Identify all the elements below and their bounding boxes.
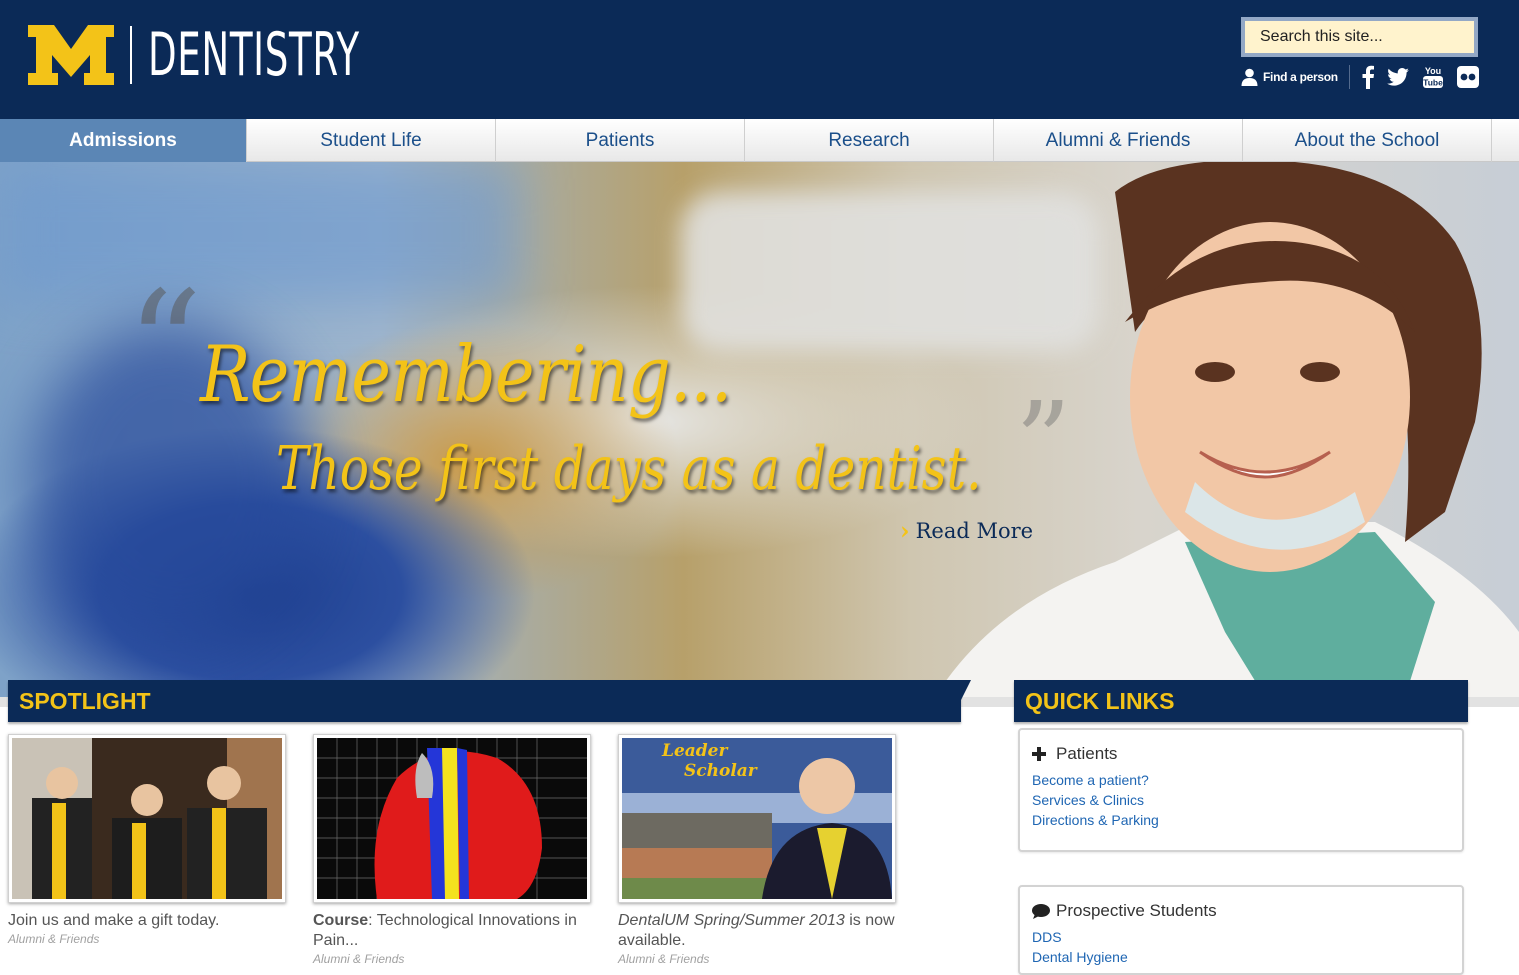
hero-title: Remembering... (200, 330, 732, 420)
search-box[interactable] (1241, 17, 1478, 57)
spotlight-card[interactable]: Course: Technological Innovations in Pai… (313, 734, 591, 966)
quick-link-dds[interactable]: DDS (1032, 927, 1450, 947)
thumb-label-scholar: Scholar (684, 761, 758, 781)
thumb-label-leader: Leader (661, 741, 728, 761)
head-scan-image (317, 738, 587, 899)
spotlight-thumbnail[interactable]: Leader Scholar (618, 734, 896, 903)
plus-icon (1032, 747, 1054, 761)
spotlight-heading: SPOTLIGHT (8, 680, 971, 722)
spotlight-card-publication: DentalUM Spring/Summer 2013 (618, 912, 845, 929)
quick-links-group-title[interactable]: Prospective Students (1032, 901, 1450, 921)
spotlight-thumbnail[interactable] (8, 734, 286, 903)
spotlight-card-category: Alumni & Friends (618, 952, 710, 966)
social-links: You Tube (1362, 65, 1479, 89)
spotlight-card[interactable]: Join us and make a gift today. Alumni & … (8, 734, 286, 946)
read-more-link[interactable]: › Read More (900, 516, 1033, 545)
spotlight-card-category: Alumni & Friends (8, 932, 100, 946)
nav-about-school[interactable]: About the School (1243, 119, 1492, 162)
person-icon (1241, 68, 1258, 86)
youtube-icon[interactable]: You Tube (1422, 65, 1444, 89)
search-input[interactable] (1245, 21, 1474, 53)
site-logo[interactable]: DENTISTRY (28, 24, 490, 86)
facebook-icon[interactable] (1362, 65, 1374, 89)
close-quote-icon: ” (1015, 378, 1072, 506)
spotlight-thumbnail[interactable] (313, 734, 591, 903)
youtube-label-you: You (1425, 66, 1441, 76)
read-more-label: Read More (915, 518, 1034, 543)
nav-admissions[interactable]: Admissions (0, 119, 247, 162)
quick-links-patients: Patients Become a patient? Services & Cl… (1018, 728, 1464, 852)
block-m-logo-icon (28, 25, 114, 85)
chevron-right-icon: › (900, 516, 910, 545)
spotlight-card-type: Course (313, 912, 369, 929)
spotlight-card-text[interactable]: Join us and make a gift today. (8, 911, 286, 931)
quick-links-group-label: Prospective Students (1056, 901, 1217, 920)
utility-bar: Find a person You Tube (1241, 64, 1479, 90)
find-person-label: Find a person (1263, 70, 1338, 84)
speech-bubble-icon (1032, 903, 1054, 919)
leader-scholar-photo: Leader Scholar (622, 738, 892, 899)
logo-divider (130, 26, 132, 84)
youtube-label-tube: Tube (1423, 78, 1443, 88)
utility-divider (1348, 65, 1350, 89)
nav-patients[interactable]: Patients (496, 119, 745, 162)
site-header: DENTISTRY Find a person You Tu (0, 0, 1519, 119)
open-quote-icon: “ (126, 260, 203, 434)
quick-link-become-patient[interactable]: Become a patient? (1032, 770, 1450, 790)
quick-link-dental-hygiene[interactable]: Dental Hygiene (1032, 947, 1450, 967)
quick-link-directions-parking[interactable]: Directions & Parking (1032, 810, 1450, 830)
quick-link-services-clinics[interactable]: Services & Clinics (1032, 790, 1450, 810)
spotlight-card[interactable]: Leader Scholar DentalUM Spring/Summer 20… (618, 734, 896, 966)
hero-banner[interactable]: “ ” Remembering... Those first days as a… (0, 162, 1519, 697)
quick-links-group-title[interactable]: Patients (1032, 744, 1450, 764)
spotlight-card-text[interactable]: Course: Technological Innovations in Pai… (313, 911, 591, 951)
quick-links-heading: QUICK LINKS (1014, 680, 1468, 722)
quick-links-prospective: Prospective Students DDS Dental Hygiene (1018, 885, 1464, 975)
quick-links-group-label: Patients (1056, 744, 1118, 763)
hero-bg-blur (0, 162, 520, 302)
nav-alumni-friends[interactable]: Alumni & Friends (994, 119, 1243, 162)
flickr-icon[interactable] (1456, 65, 1479, 89)
spotlight-card-text[interactable]: DentalUM Spring/Summer 2013 is now avail… (618, 911, 896, 951)
section-band (0, 697, 8, 707)
nav-research[interactable]: Research (745, 119, 994, 162)
nav-student-life[interactable]: Student Life (247, 119, 496, 162)
alumni-photo (12, 738, 282, 899)
hero-subtitle: Those first days as a dentist. (276, 434, 982, 504)
twitter-icon[interactable] (1386, 65, 1409, 89)
find-person-link[interactable]: Find a person (1241, 68, 1338, 86)
logo-wordmark: DENTISTRY (148, 20, 360, 90)
spotlight-card-category: Alumni & Friends (313, 952, 405, 966)
main-nav: Admissions Student Life Patients Researc… (0, 119, 1519, 162)
